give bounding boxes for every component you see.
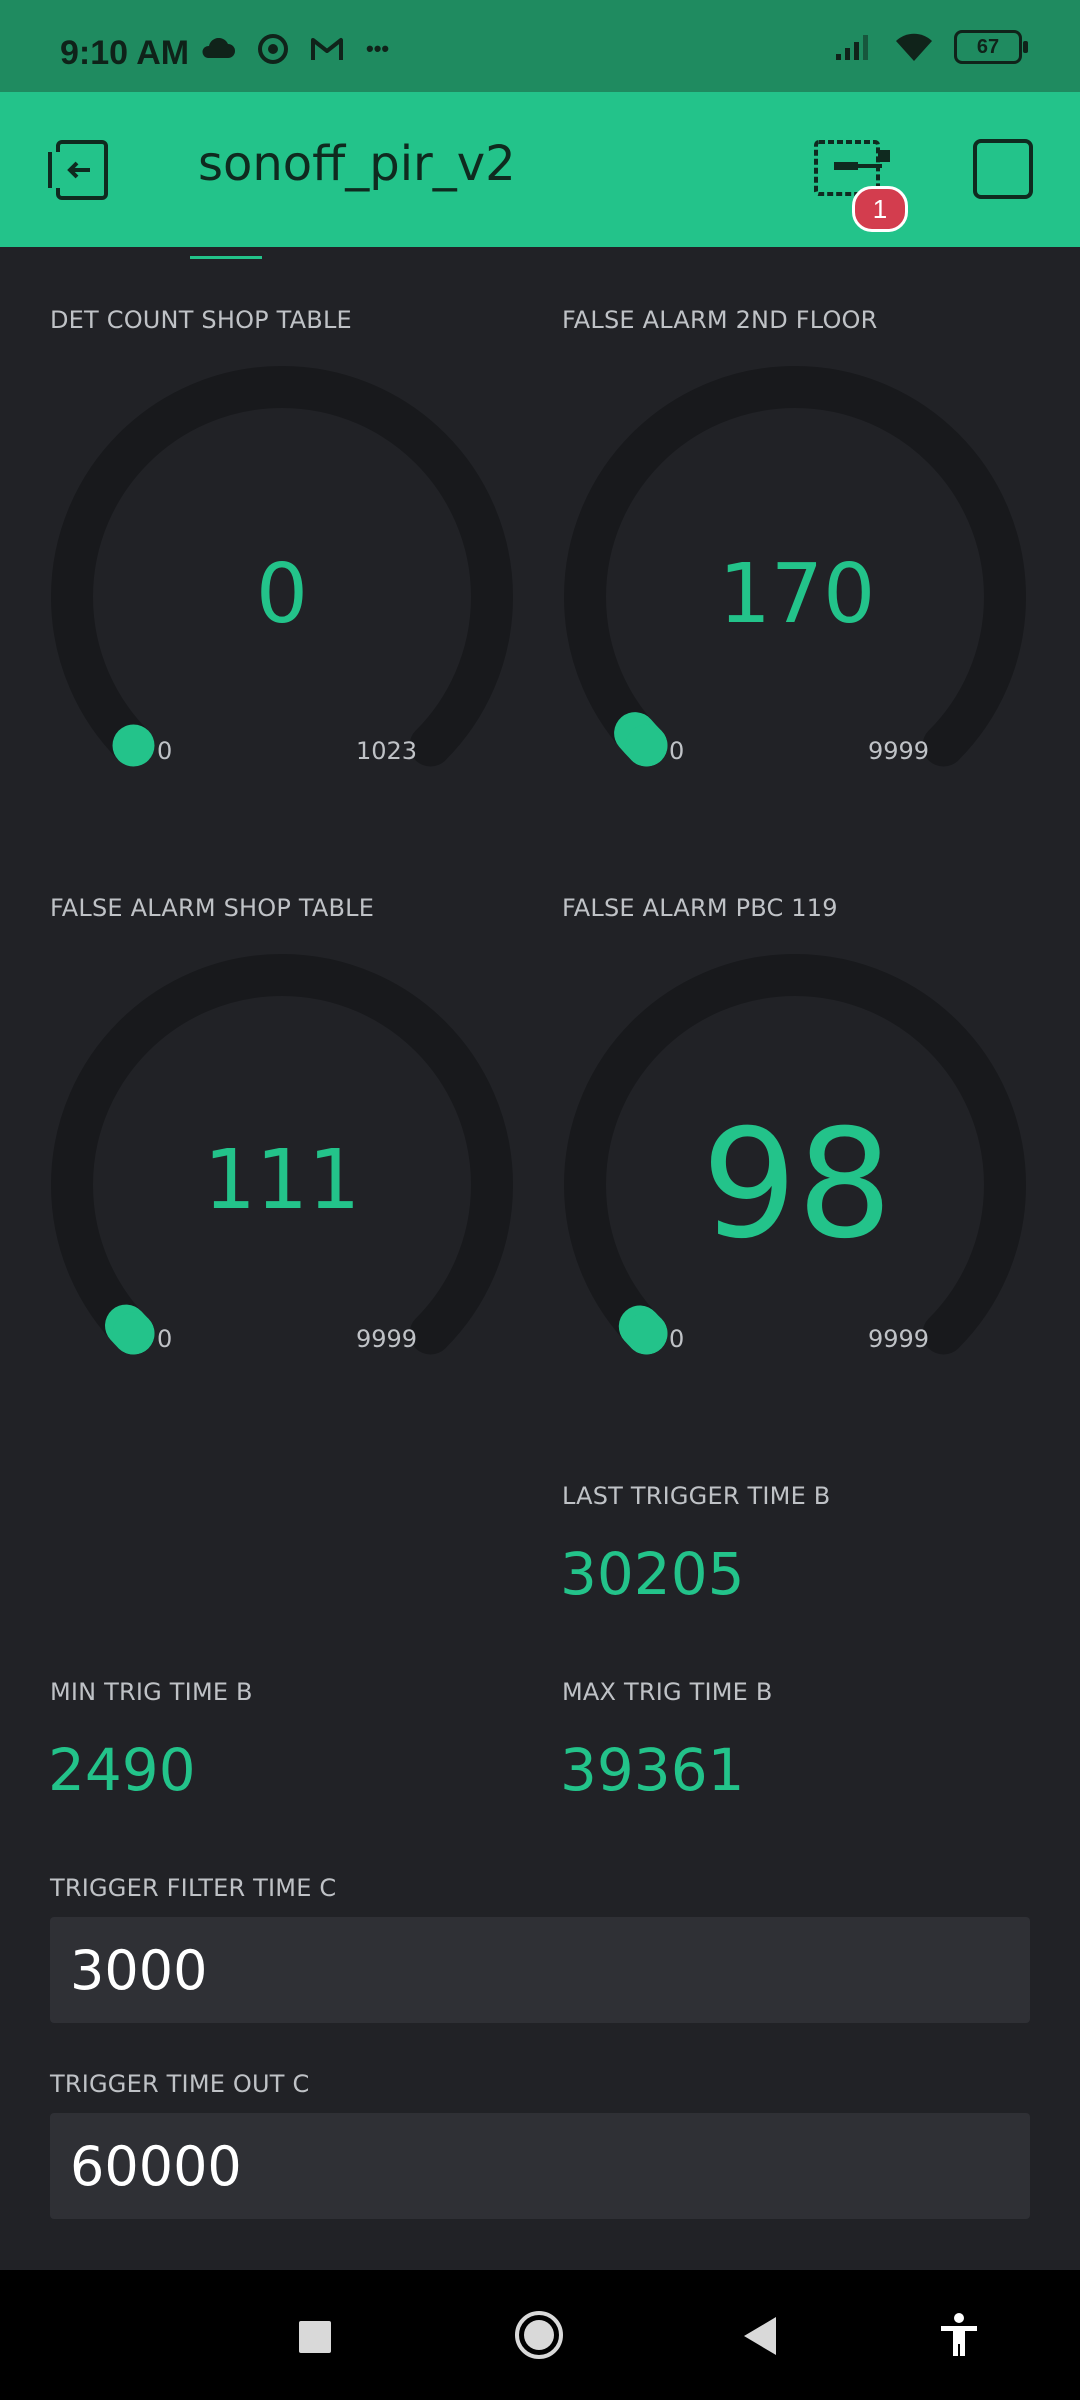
gauge-label: DET COUNT SHOP TABLE [50,306,352,334]
trigger-filter-input[interactable] [70,1917,1010,2023]
trigger-timeout-input[interactable] [70,2113,1010,2219]
status-bar: 9:10 AM ••• 67 [0,0,1080,92]
gauge-min: 0 [157,737,173,765]
exit-button[interactable] [44,138,110,204]
accessibility-button[interactable] [938,2312,980,2358]
more-notifications-icon: ••• [366,36,390,61]
back-triangle-icon [744,2317,776,2355]
square-icon [973,139,1033,199]
exit-arrow-icon [48,140,108,200]
trigger-filter-label: TRIGGER FILTER TIME C [50,1874,337,1902]
cloud-icon [202,38,235,58]
trigger-timeout-label: TRIGGER TIME OUT C [50,2070,310,2098]
gauge-value: 111 [203,1133,361,1228]
gauge-min: 0 [669,737,685,765]
notification-icons: ••• [200,34,389,64]
trigger-filter-field[interactable] [50,1917,1030,2023]
navigation-bar [0,2270,1080,2400]
gauge-min: 0 [669,1325,685,1353]
gauge-fill-false-alarm-shop-table [105,1304,155,1355]
home-button[interactable] [514,2310,564,2360]
min-trig-value: 2490 [48,1736,196,1804]
battery-level: 67 [976,35,1000,58]
gauge-max: 1023 [356,737,418,765]
home-circle-icon [515,2311,563,2359]
app-title: sonoff_pir_v2 [198,136,516,192]
gmail-icon [311,38,343,60]
last-trigger-label: LAST TRIGGER TIME B [562,1482,831,1510]
trigger-timeout-field[interactable] [50,2113,1030,2219]
tab-indicator [190,256,262,259]
gauge-max: 9999 [356,1325,418,1353]
min-trig-label: MIN TRIG TIME B [50,1678,253,1706]
gauge-label: FALSE ALARM SHOP TABLE [50,894,375,922]
signal-icon [836,35,868,60]
max-trig-label: MAX TRIG TIME B [562,1678,773,1706]
accessibility-icon [941,2313,977,2356]
gauge-value: 98 [701,1098,893,1272]
battery-icon: 67 [954,30,1028,64]
gauge-fill-false-alarm-2nd-floor [614,712,668,767]
device-count-badge: 1 [852,186,908,232]
gauge-knob-det-count-shop-table [112,724,155,767]
wifi-icon [896,33,932,61]
menu-button[interactable] [972,138,1034,200]
gauge-knob-false-alarm-2nd-floor [625,724,668,767]
gauge-knob-false-alarm-shop-table [112,1312,155,1355]
gauge-fill-false-alarm-pbc-119 [618,1305,668,1355]
app-header: sonoff_pir_v2 1 [0,92,1080,247]
gauge-min: 0 [157,1325,173,1353]
max-trig-value: 39361 [560,1736,745,1804]
recents-button[interactable] [298,2320,332,2354]
system-icons: 67 [834,30,1028,64]
chrome-icon [258,34,288,64]
gauge-label: FALSE ALARM 2ND FLOOR [562,306,878,334]
back-button[interactable] [740,2314,780,2358]
gauge-knob-false-alarm-pbc-119 [625,1312,668,1355]
gauge-max: 9999 [868,737,930,765]
square-nav-icon [299,2321,331,2353]
gauge-max: 9999 [868,1325,930,1353]
status-time: 9:10 AM [60,34,190,72]
last-trigger-value: 30205 [560,1540,745,1608]
gauge-label: FALSE ALARM PBC 119 [562,894,838,922]
gauge-value: 0 [255,547,309,642]
gauge-value: 170 [718,547,876,642]
